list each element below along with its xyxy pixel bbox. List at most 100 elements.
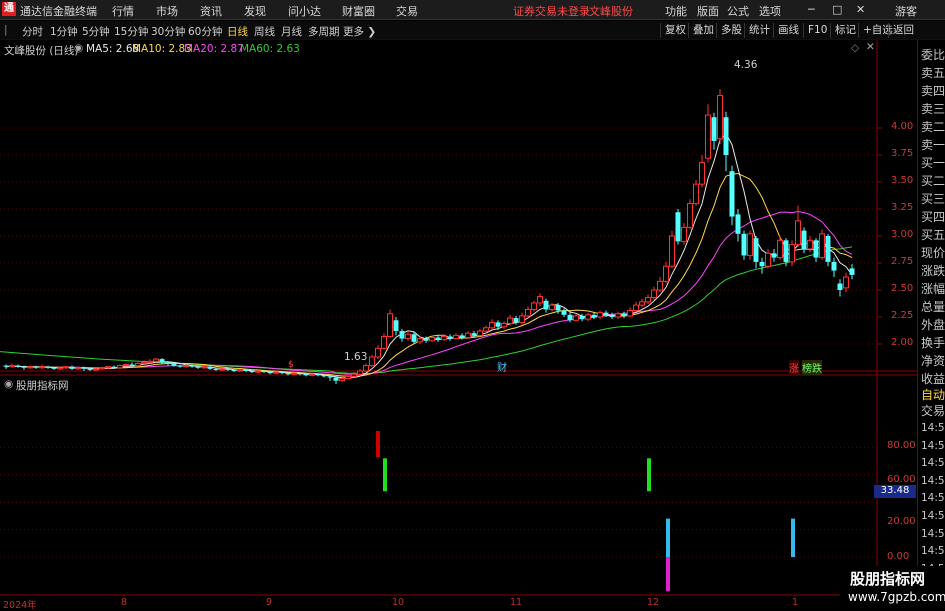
candle-body-down bbox=[285, 373, 291, 375]
candle-body-up bbox=[39, 366, 45, 369]
side-panel-item[interactable]: 卖四 bbox=[921, 82, 945, 99]
time-tick: 10 bbox=[392, 597, 405, 608]
indicator-toggle-icon[interactable]: ◉ bbox=[74, 42, 83, 54]
candle-body-down bbox=[753, 238, 759, 262]
candle-body-up bbox=[717, 95, 723, 140]
side-panel-item[interactable]: 14:56 bbox=[921, 528, 945, 540]
side-panel-item[interactable]: 涨幅 bbox=[921, 280, 945, 297]
candle-body-down bbox=[333, 377, 339, 381]
candle-body-down bbox=[801, 230, 807, 249]
candle-body-up bbox=[291, 372, 297, 375]
candle-body-up bbox=[9, 365, 15, 368]
candle-body-up bbox=[519, 315, 525, 323]
candle-body-up bbox=[531, 302, 537, 310]
candle-body-down bbox=[447, 336, 453, 339]
side-panel-item[interactable]: 14:56 bbox=[921, 492, 945, 504]
side-panel-item[interactable]: 卖五 bbox=[921, 64, 945, 81]
candle-body-down bbox=[45, 366, 51, 368]
candle-body-down bbox=[111, 366, 117, 368]
candle-body-up bbox=[669, 235, 675, 267]
side-panel-item[interactable]: 净资 bbox=[921, 352, 945, 369]
side-panel-item[interactable]: 总量 bbox=[921, 298, 945, 315]
candle-body-down bbox=[3, 365, 9, 367]
chart-settings-icon[interactable]: ◇ bbox=[851, 42, 859, 54]
side-panel-item[interactable]: 14:56 bbox=[921, 440, 945, 452]
side-panel-item[interactable]: 现价 bbox=[921, 244, 945, 261]
candle-body-down bbox=[813, 240, 819, 258]
time-tick: 12 bbox=[647, 597, 660, 608]
candle-body-down bbox=[495, 322, 501, 327]
candle-body-down bbox=[567, 314, 573, 321]
side-panel-item[interactable]: 收益 bbox=[921, 370, 945, 387]
candle-body-down bbox=[33, 366, 39, 368]
candle-body-up bbox=[789, 244, 795, 263]
ma60-line bbox=[0, 246, 853, 374]
time-tick: 9 bbox=[266, 597, 273, 608]
candle-body-up bbox=[693, 183, 699, 205]
candle-body-up bbox=[489, 321, 495, 329]
side-panel-item[interactable]: 买五 bbox=[921, 226, 945, 243]
side-panel-item[interactable]: 买二 bbox=[921, 172, 945, 189]
candle-body-down bbox=[177, 365, 183, 367]
kline-chart[interactable] bbox=[0, 0, 917, 609]
side-panel-item[interactable]: 换手 bbox=[921, 334, 945, 351]
side-panel-item[interactable]: 14:56 bbox=[921, 422, 945, 434]
side-panel-item[interactable]: 交易 bbox=[921, 402, 945, 419]
candle-body-down bbox=[783, 240, 789, 262]
candle-body-up bbox=[219, 368, 225, 371]
candle-body-down bbox=[303, 374, 309, 376]
candle-body-down bbox=[771, 253, 777, 258]
side-panel-item[interactable]: 涨跌 bbox=[921, 262, 945, 279]
side-panel-item[interactable]: 委比 bbox=[921, 46, 945, 63]
candle-body-down bbox=[189, 365, 195, 367]
price-tick: 4.00 bbox=[891, 121, 914, 132]
side-panel-item[interactable]: 卖二 bbox=[921, 118, 945, 135]
candle-body-down bbox=[849, 268, 855, 275]
indicator-bar bbox=[647, 458, 651, 492]
candle-body-up bbox=[627, 310, 633, 317]
candle-body-up bbox=[747, 233, 753, 256]
candle-body-up bbox=[525, 308, 531, 317]
candle-body-up bbox=[369, 356, 375, 367]
candle-body-down bbox=[837, 283, 843, 290]
price-tick: 2.25 bbox=[891, 310, 914, 321]
candle-body-up bbox=[309, 373, 315, 376]
side-panel-item[interactable]: 买三 bbox=[921, 190, 945, 207]
candle-body-up bbox=[645, 297, 651, 303]
price-tick: 2.75 bbox=[891, 256, 914, 267]
candle-body-down bbox=[435, 337, 441, 340]
candle-body-up bbox=[807, 239, 813, 250]
candle-body-up bbox=[255, 370, 261, 373]
candle-body-down bbox=[513, 318, 519, 323]
candle-body-down bbox=[471, 333, 477, 336]
event-marker-rise[interactable]: 涨 bbox=[789, 360, 799, 375]
ma10-value: MA10: 2.83 bbox=[132, 43, 192, 55]
side-panel-item[interactable]: 卖一 bbox=[921, 136, 945, 153]
event-marker-finance[interactable]: 财 bbox=[497, 359, 507, 374]
indicator-bar bbox=[666, 557, 670, 592]
event-marker-list[interactable]: 榜跌 bbox=[802, 360, 822, 375]
side-panel-item[interactable]: 14:56 bbox=[921, 457, 945, 469]
candle-body-down bbox=[759, 261, 765, 267]
event-marker[interactable]: $ bbox=[288, 360, 294, 370]
side-panel-item[interactable]: 卖三 bbox=[921, 100, 945, 117]
candle-body-up bbox=[375, 347, 381, 358]
indicator-bar bbox=[376, 430, 380, 457]
indicator-title[interactable]: 股朋指标网 bbox=[16, 378, 69, 393]
indicator-toggle-icon[interactable]: ◉ bbox=[4, 378, 13, 390]
candle-body-down bbox=[603, 312, 609, 315]
candle-body-up bbox=[357, 370, 363, 375]
chart-close-icon[interactable]: ✕ bbox=[866, 41, 875, 53]
candle-body-up bbox=[345, 375, 351, 380]
side-panel-item[interactable]: 外盘 bbox=[921, 316, 945, 333]
side-panel-item[interactable]: 自动 bbox=[921, 386, 945, 403]
side-panel-item[interactable]: 买四 bbox=[921, 208, 945, 225]
candle-body-down bbox=[261, 371, 267, 373]
side-panel-item[interactable]: 14:56 bbox=[921, 510, 945, 522]
side-panel-item[interactable]: 14:56 bbox=[921, 475, 945, 487]
ma5-line bbox=[5, 132, 853, 379]
side-panel-item[interactable]: 买一 bbox=[921, 154, 945, 171]
candle-body-up bbox=[843, 276, 849, 289]
watermark-url: www.7gpzb.com bbox=[848, 590, 945, 604]
side-panel-item[interactable]: 14:56 bbox=[921, 545, 945, 557]
